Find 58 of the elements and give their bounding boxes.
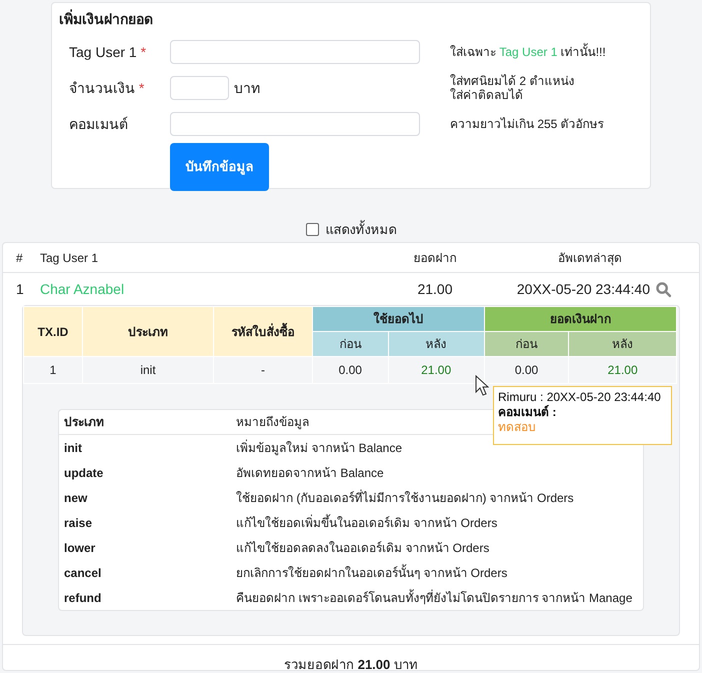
- field-label: Tag User 1 *: [68, 42, 148, 62]
- column-header: หมายถึงข้อมูล: [236, 414, 309, 431]
- table-cell: 21.00: [568, 356, 676, 384]
- type-cell-text: refund: [64, 590, 102, 606]
- column-header: TX.ID: [24, 306, 82, 356]
- tooltip-comment-label: คอมเมนต์ :: [498, 405, 558, 420]
- meaning-cell-text: แก้ไขใช้ยอดลดลงในออเดอร์เดิม จากหน้า Orders: [236, 540, 490, 556]
- tooltip-comment: ทดสอบ: [498, 420, 537, 435]
- column-header: รหัสใบสั่งซื้อ: [214, 306, 312, 356]
- show-all-checkbox[interactable]: [306, 223, 318, 236]
- column-header: หลัง: [388, 332, 484, 356]
- column-header: ก่อน: [312, 332, 388, 356]
- table-cell-text: 21.00: [416, 280, 454, 298]
- meaning-cell-text: อัพเดทยอดจากหน้า Balance: [236, 464, 384, 482]
- column-header: Tag User 1: [40, 250, 100, 266]
- column-header: ยอดฝาก: [412, 250, 458, 266]
- show-all-label: แสดงทั้งหมด: [326, 220, 396, 239]
- table-cell-text: 1: [15, 280, 25, 298]
- column-header: ประเภท: [82, 306, 214, 356]
- column-header: ใช้ยอดไป: [312, 306, 484, 332]
- type-cell-text: cancel: [64, 564, 102, 582]
- table-cell: 1: [24, 356, 82, 384]
- meaning-cell: ใช้ยอดฝาก (กับออเดอร์ที่ไม่มีการใช้งานยอดฝาก) จากหน้า Orders: [236, 488, 574, 506]
- type-cell-text: raise: [64, 514, 94, 532]
- text-field[interactable]: [170, 40, 420, 64]
- column-header: ก่อน: [484, 332, 569, 356]
- type-cell-text: new: [64, 490, 88, 506]
- field-label: คอมเมนต์: [68, 114, 129, 134]
- type-cell-text: init: [64, 440, 83, 456]
- user-link[interactable]: Char Aznabel: [40, 278, 380, 300]
- meaning-cell: คืนยอดฝาก เพราะออเดอร์โดนลบทั้งๆที่ยังไม่โดนปิดรายการ จากหน้า Manage: [236, 588, 632, 606]
- field-label: จำนวนเงิน *: [68, 78, 146, 98]
- meaning-cell: แก้ไขใช้ยอดเพิ่มขึ้นในออเดอร์เดิม จากหน้า Orders: [236, 514, 498, 532]
- meaning-cell: เพิ่มข้อมูลใหม่ จากหน้า Balance: [236, 438, 402, 456]
- table-cell: 0.00: [312, 356, 388, 384]
- text-field[interactable]: [170, 112, 420, 136]
- unit-label: บาท: [234, 78, 260, 98]
- column-header: #: [15, 250, 24, 266]
- form-title: เพิ่มเงินฝากยอด: [59, 9, 154, 29]
- save-button[interactable]: บันทึกข้อมูล: [170, 143, 269, 191]
- type-cell-text: lower: [64, 540, 96, 556]
- table-cell: -: [214, 356, 312, 384]
- field-hint: ใส่เฉพาะ Tag User 1 เท่านั้น!!!: [450, 45, 606, 59]
- table-cell-text: 20XX-05-20 23:44:40: [516, 280, 650, 298]
- meaning-cell: ยกเลิกการใช้ยอดฝากในออเดอร์นั้นๆ จากหน้า Orders: [236, 564, 508, 582]
- total-text: รวมยอดฝาก 21.00 บาท: [284, 656, 418, 673]
- column-header: หลัง: [568, 332, 676, 356]
- type-cell-text: update: [64, 464, 104, 482]
- column-header: ประเภท: [64, 414, 105, 431]
- column-header: ยอดเงินฝาก: [484, 306, 676, 332]
- column-header: อัพเดทล่าสุด: [557, 250, 623, 266]
- search-icon[interactable]: [655, 280, 672, 298]
- field-hint: ความยาวไม่เกิน 255 ตัวอักษร: [450, 117, 604, 131]
- tooltip-user: Rimuru : 20XX-05-20 23:44:40: [498, 390, 662, 405]
- table-cell: init: [82, 356, 214, 384]
- table-cell: 0.00: [484, 356, 569, 384]
- amount-field[interactable]: [170, 76, 229, 100]
- field-hint: ใส่ทศนิยมได้ 2 ตำแหน่ง ใส่ค่าติดลบได้: [450, 74, 574, 102]
